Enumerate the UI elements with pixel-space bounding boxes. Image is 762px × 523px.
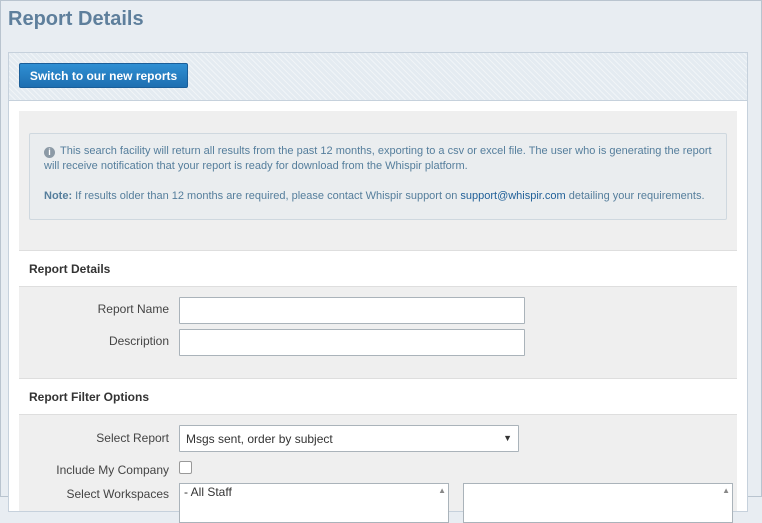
report-name-input[interactable] <box>179 297 525 324</box>
page-title: Report Details <box>8 8 144 30</box>
note-text-before: If results older than 12 months are requ… <box>72 190 461 202</box>
include-company-checkbox[interactable] <box>179 461 192 474</box>
selected-workspaces-listbox[interactable]: ▲ <box>463 483 733 523</box>
info-box: i This search facility will return all re… <box>29 133 727 220</box>
panel-body: i This search facility will return all re… <box>19 111 737 523</box>
chevron-down-icon: ▼ <box>503 433 512 443</box>
info-text: This search facility will return all res… <box>44 145 712 172</box>
support-email-link[interactable]: support@whispir.com <box>460 190 565 202</box>
switch-new-reports-button[interactable]: Switch to our new reports <box>19 63 188 88</box>
report-details-title: Report Details <box>29 262 111 276</box>
chevron-up-icon[interactable]: ▲ <box>722 486 730 495</box>
filter-options-section-header: Report Filter Options <box>19 378 737 415</box>
description-label: Description <box>108 334 169 348</box>
report-panel: Switch to our new reports i This search f… <box>8 52 748 523</box>
info-note: Note: If results older than 12 months ar… <box>44 189 712 204</box>
workspaces-label: Select Workspaces <box>66 487 170 501</box>
report-details-section-header: Report Details <box>19 250 737 287</box>
select-report-value: Msgs sent, order by subject <box>186 432 333 446</box>
description-input[interactable] <box>179 329 525 356</box>
select-report-label: Select Report <box>96 431 169 445</box>
info-circle-icon: i <box>44 147 55 158</box>
note-text-after: detailing your requirements. <box>565 190 705 202</box>
note-label: Note: <box>44 190 73 202</box>
workspaces-listbox[interactable]: - All Staff ▲ <box>179 483 449 523</box>
panel-header: Switch to our new reports <box>9 53 747 101</box>
report-name-label: Report Name <box>97 302 169 316</box>
info-section: i This search facility will return all re… <box>19 111 737 250</box>
report-details-fields: Report Name Description <box>19 287 737 378</box>
filter-options-title: Report Filter Options <box>29 390 149 404</box>
include-company-label: Include My Company <box>56 463 169 477</box>
chevron-up-icon[interactable]: ▲ <box>438 486 446 495</box>
select-report-dropdown[interactable]: Msgs sent, order by subject ▼ <box>179 425 519 452</box>
